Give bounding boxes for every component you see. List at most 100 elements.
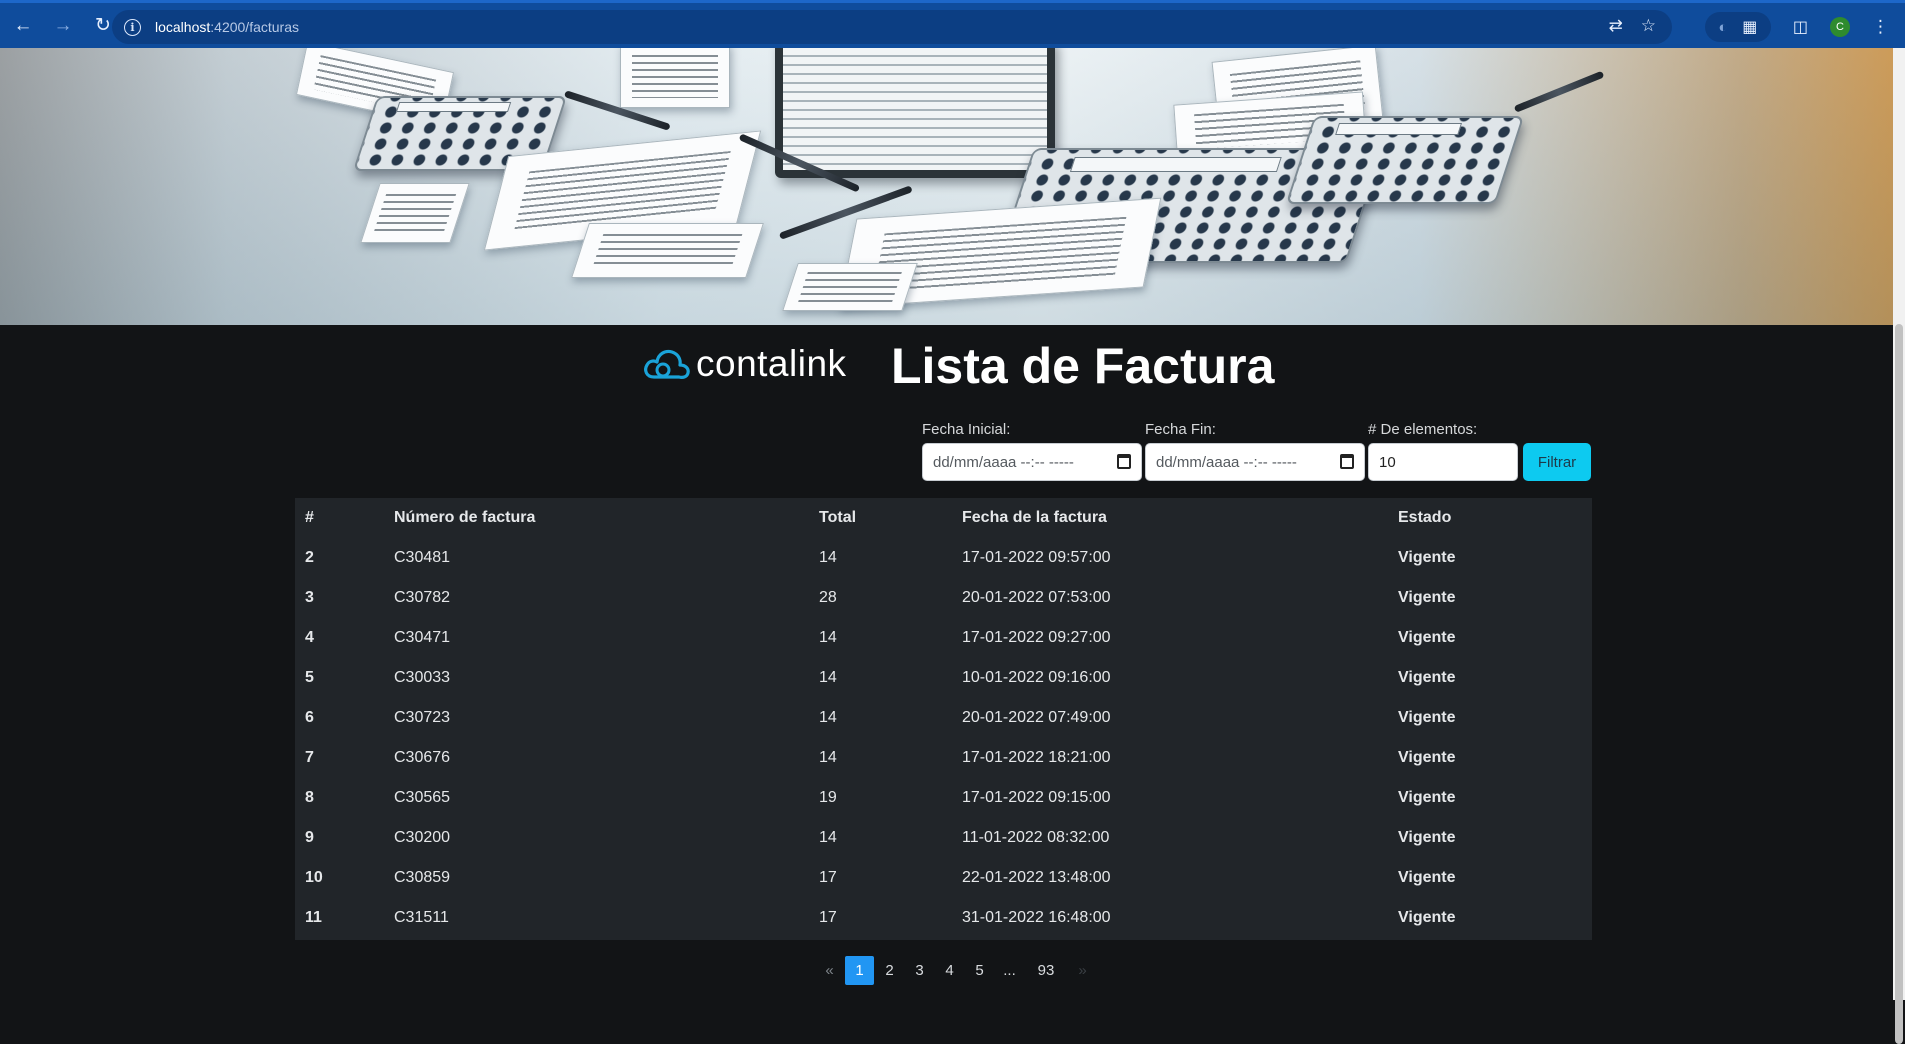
end-date-input[interactable]: dd/mm/aaaa --:-- ----- — [1145, 443, 1365, 481]
document-illustration — [782, 263, 918, 311]
cell-index: 3 — [305, 589, 314, 606]
calendar-icon[interactable] — [1340, 454, 1354, 469]
cell-status: Vigente — [1398, 789, 1456, 806]
cell-index: 5 — [305, 669, 314, 686]
cell-status: Vigente — [1398, 749, 1456, 766]
page-header: contalink Lista de Factura — [0, 325, 1893, 415]
pagination-page-5[interactable]: 5 — [965, 956, 994, 985]
table-row: 7 C30676 14 17-01-2022 18:21:00 Vigente — [295, 738, 1592, 778]
header-index: # — [305, 509, 314, 526]
site-info-icon[interactable]: i — [124, 18, 141, 36]
count-value: 10 — [1379, 453, 1396, 471]
start-date-field: Fecha Inicial: dd/mm/aaaa --:-- ----- — [922, 421, 1142, 481]
header-invoice-date: Fecha de la factura — [962, 509, 1107, 526]
cell-invoice-number: C30471 — [394, 629, 451, 646]
table-header-row: # Número de factura Total Fecha de la fa… — [295, 498, 1592, 538]
back-icon[interactable]: ← — [6, 9, 40, 43]
address-bar[interactable]: i localhost:4200/facturas ⇄ ☆ — [112, 10, 1672, 44]
menu-icon[interactable]: ⋮ — [1872, 17, 1889, 37]
browser-toolbar: ← → ↻ i localhost:4200/facturas ⇄ ☆ ◐ ▦ … — [0, 0, 1905, 48]
calculator-illustration — [1285, 116, 1525, 204]
cell-invoice-date: 10-01-2022 09:16:00 — [962, 669, 1111, 686]
pagination-prev[interactable]: « — [815, 956, 844, 985]
url-path: :4200/facturas — [210, 19, 299, 35]
table-row: 3 C30782 28 20-01-2022 07:53:00 Vigente — [295, 578, 1592, 618]
calendar-icon[interactable] — [1117, 454, 1131, 469]
cell-total: 14 — [819, 709, 837, 726]
start-date-label: Fecha Inicial: — [922, 421, 1011, 438]
table-row: 8 C30565 19 17-01-2022 09:15:00 Vigente — [295, 778, 1592, 818]
table-row: 11 C31511 17 31-01-2022 16:48:00 Vigente — [295, 898, 1592, 938]
cell-invoice-date: 11-01-2022 08:32:00 — [962, 829, 1110, 846]
cell-total: 14 — [819, 629, 837, 646]
cell-invoice-date: 22-01-2022 13:48:00 — [962, 869, 1111, 886]
end-date-field: Fecha Fin: dd/mm/aaaa --:-- ----- — [1145, 421, 1365, 481]
cell-total: 14 — [819, 829, 837, 846]
start-date-placeholder: dd/mm/aaaa --:-- ----- — [933, 453, 1074, 471]
cell-invoice-number: C30676 — [394, 749, 451, 766]
cell-status: Vigente — [1398, 709, 1456, 726]
contalink-logo: contalink — [642, 343, 847, 385]
end-date-placeholder: dd/mm/aaaa --:-- ----- — [1156, 453, 1297, 471]
count-label: # De elementos: — [1368, 421, 1478, 438]
cell-invoice-date: 20-01-2022 07:53:00 — [962, 589, 1111, 606]
header-invoice-number: Número de factura — [394, 509, 536, 526]
cell-index: 11 — [305, 909, 322, 926]
cell-index: 8 — [305, 789, 314, 806]
scrollbar-thumb[interactable] — [1895, 324, 1903, 1044]
cell-status: Vigente — [1398, 629, 1456, 646]
table-row: 10 C30859 17 22-01-2022 13:48:00 Vigente — [295, 858, 1592, 898]
cell-invoice-date: 20-01-2022 07:49:00 — [962, 709, 1111, 726]
start-date-input[interactable]: dd/mm/aaaa --:-- ----- — [922, 443, 1142, 481]
extensions-area: ◐ ▦ — [1704, 12, 1771, 42]
cell-status: Vigente — [1398, 549, 1456, 566]
side-panel-icon[interactable]: ◫ — [1793, 17, 1808, 37]
cell-invoice-date: 17-01-2022 09:57:00 — [962, 549, 1111, 566]
pagination-page-1[interactable]: 1 — [845, 955, 874, 985]
cell-invoice-number: C30859 — [394, 869, 451, 886]
cell-total: 14 — [819, 749, 837, 766]
bookmark-star-icon[interactable]: ☆ — [1641, 16, 1656, 36]
profile-avatar[interactable]: C — [1830, 17, 1850, 37]
table-row: 4 C30471 14 17-01-2022 09:27:00 Vigente — [295, 618, 1592, 658]
cell-total: 19 — [819, 789, 837, 806]
pagination-page-4[interactable]: 4 — [935, 956, 964, 985]
monitor-illustration — [775, 48, 1055, 178]
pagination-page-3[interactable]: 3 — [905, 956, 934, 985]
header-total: Total — [819, 509, 857, 526]
cell-total: 14 — [819, 669, 837, 686]
cell-invoice-number: C30200 — [394, 829, 451, 846]
cell-invoice-date: 17-01-2022 18:21:00 — [962, 749, 1111, 766]
pagination-next[interactable]: » — [1068, 956, 1097, 985]
cell-status: Vigente — [1398, 669, 1456, 686]
cell-invoice-number: C31511 — [394, 909, 449, 926]
document-illustration — [571, 223, 764, 278]
pagination-page-2[interactable]: 2 — [875, 956, 904, 985]
translate-icon[interactable]: ⇄ — [1609, 16, 1623, 36]
cell-invoice-date: 31-01-2022 16:48:00 — [962, 909, 1111, 926]
filter-button[interactable]: Filtrar — [1523, 443, 1591, 481]
cell-index: 6 — [305, 709, 314, 726]
table-row: 5 C30033 14 10-01-2022 09:16:00 Vigente — [295, 658, 1592, 698]
count-field: # De elementos: 10 — [1368, 421, 1518, 481]
pagination-ellipsis: ... — [1003, 961, 1016, 979]
cell-invoice-number: C30481 — [394, 549, 451, 566]
document-illustration — [620, 48, 730, 108]
cloud-logo-icon — [644, 349, 690, 379]
pagination: « 1 2 3 4 5 ... 93 » — [815, 955, 1098, 985]
table-row: 9 C30200 14 11-01-2022 08:32:00 Vigente — [295, 818, 1592, 858]
cell-status: Vigente — [1398, 589, 1456, 606]
page-scrollbar[interactable] — [1893, 48, 1905, 1044]
table-row: 6 C30723 14 20-01-2022 07:49:00 Vigente — [295, 698, 1592, 738]
pagination-page-last[interactable]: 93 — [1025, 956, 1067, 985]
table-row: 2 C30481 14 17-01-2022 09:57:00 Vigente — [295, 538, 1592, 578]
extension-icon[interactable]: ◐ — [1718, 19, 1727, 36]
invoice-table: # Número de factura Total Fecha de la fa… — [295, 498, 1592, 940]
cell-invoice-number: C30565 — [394, 789, 451, 806]
cell-status: Vigente — [1398, 869, 1456, 886]
puzzle-icon[interactable]: ▦ — [1742, 17, 1757, 37]
count-input[interactable]: 10 — [1368, 443, 1518, 481]
cell-index: 4 — [305, 629, 314, 646]
end-date-label: Fecha Fin: — [1145, 421, 1216, 438]
forward-icon[interactable]: → — [46, 9, 80, 43]
